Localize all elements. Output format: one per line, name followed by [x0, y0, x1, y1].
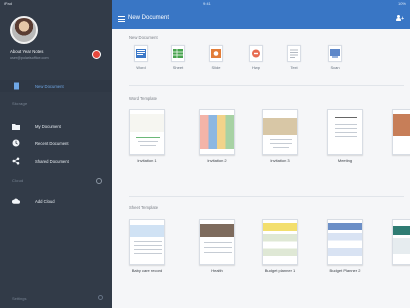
template-thumbnail	[392, 109, 410, 155]
section-heading-sheet-template: Sheet Template	[129, 205, 159, 210]
new-hwp-button[interactable]: Hwp	[244, 43, 268, 70]
template-label: Budget planner 1	[264, 268, 296, 273]
clock-icon	[12, 139, 20, 147]
template-thumbnail	[262, 219, 298, 265]
template-partial-sheet[interactable]	[392, 219, 410, 273]
new-text-button[interactable]: Text	[282, 43, 306, 70]
doc-type-label: Sheet	[172, 65, 184, 70]
sidebar-item-shared-document[interactable]: Shared Document	[0, 155, 112, 167]
template-thumbnail	[327, 219, 363, 265]
share-icon	[12, 157, 20, 165]
sidebar-item-add-cloud[interactable]: Add Cloud	[0, 195, 112, 207]
template-label: Health	[211, 268, 223, 273]
cloud-icon	[12, 197, 20, 205]
hwp-icon	[249, 45, 263, 62]
main-content: 9:41 10% New Document + New Document Wor…	[112, 0, 410, 308]
doc-type-label: Slide	[211, 65, 221, 70]
sidebar-item-label: Recent Document	[35, 140, 69, 146]
template-invitation-2[interactable]: Invitation 2	[199, 109, 235, 163]
template-thumbnail	[129, 219, 165, 265]
template-meeting[interactable]: Meeting	[327, 109, 363, 163]
template-label: Budget Planner 2	[329, 268, 361, 273]
template-thumbnail	[262, 109, 298, 155]
template-invitation-3[interactable]: Invitation 3	[262, 109, 298, 163]
doc-type-label: Scan	[330, 65, 340, 70]
settings-gear-icon[interactable]	[98, 295, 103, 300]
section-label-storage: Storage	[12, 101, 28, 106]
template-label: Meeting	[337, 158, 353, 163]
scan-button[interactable]: Scan	[323, 43, 347, 70]
document-icon	[12, 82, 20, 90]
battery-status: 10%	[397, 1, 406, 6]
section-divider	[129, 196, 404, 197]
template-label: Invitation 1	[137, 158, 157, 163]
template-thumbnail	[392, 219, 410, 265]
word-icon	[134, 45, 148, 62]
template-health[interactable]: Health	[199, 219, 235, 273]
template-thumbnail	[199, 219, 235, 265]
new-slide-button[interactable]: Slide	[204, 43, 228, 70]
menu-icon[interactable]	[118, 16, 125, 22]
section-heading-word-template: Word Template	[129, 96, 158, 101]
template-budget-planner-1[interactable]: Budget planner 1	[262, 219, 298, 273]
doc-type-label: Word	[136, 65, 146, 70]
template-baby-care-record[interactable]: Baby care record	[129, 219, 165, 273]
sidebar: iPad About Year Notes user@polarisoffice…	[0, 0, 112, 308]
sidebar-item-label: New Document	[35, 83, 64, 89]
template-invitation-1[interactable]: Invitation 1	[129, 109, 165, 163]
settings-label[interactable]: Settings	[12, 296, 26, 301]
folder-icon	[12, 122, 20, 130]
sheet-icon	[171, 45, 185, 62]
section-heading-new-document: New Document	[129, 35, 158, 40]
template-thumbnail	[199, 109, 235, 155]
section-label-cloud: Cloud	[12, 178, 24, 183]
new-sheet-button[interactable]: Sheet	[166, 43, 190, 70]
template-label: Invitation 3	[270, 158, 290, 163]
scan-icon	[328, 45, 342, 62]
new-word-button[interactable]: Word	[129, 43, 153, 70]
template-label: Baby care record	[131, 268, 163, 273]
notification-badge[interactable]	[92, 50, 101, 59]
sidebar-item-label: Shared Document	[35, 158, 69, 164]
slide-icon	[209, 45, 223, 62]
doc-type-label: Text	[290, 65, 298, 70]
sidebar-item-label: Add Cloud	[35, 198, 55, 204]
template-thumbnail	[129, 109, 165, 155]
template-label: Invitation 2	[207, 158, 227, 163]
text-icon	[287, 45, 301, 62]
add-user-icon[interactable]: +	[396, 15, 404, 22]
avatar[interactable]	[10, 16, 38, 44]
sidebar-item-label: My Document	[35, 123, 61, 129]
cloud-settings-gear-icon[interactable]	[96, 178, 102, 184]
template-partial-word[interactable]	[392, 109, 410, 163]
sidebar-item-my-document[interactable]: My Document	[0, 120, 112, 132]
user-email: user@polarisoffice.com	[10, 56, 49, 60]
page-title: New Document	[128, 15, 170, 21]
top-bar: 9:41 10% New Document +	[112, 0, 410, 29]
template-thumbnail	[327, 109, 363, 155]
sidebar-item-recent-document[interactable]: Recent Document	[0, 137, 112, 149]
template-budget-planner-2[interactable]: Budget Planner 2	[327, 219, 363, 273]
sidebar-item-new-document[interactable]: New Document	[0, 80, 112, 92]
status-time: 9:41	[203, 1, 211, 6]
user-name: About Year Notes	[10, 49, 44, 54]
status-bar-left: iPad	[4, 1, 13, 6]
doc-type-label: Hwp	[251, 65, 260, 70]
section-divider	[129, 85, 404, 86]
app-window: { "status_bar": {"left": "iPad ", "time"…	[0, 0, 410, 308]
